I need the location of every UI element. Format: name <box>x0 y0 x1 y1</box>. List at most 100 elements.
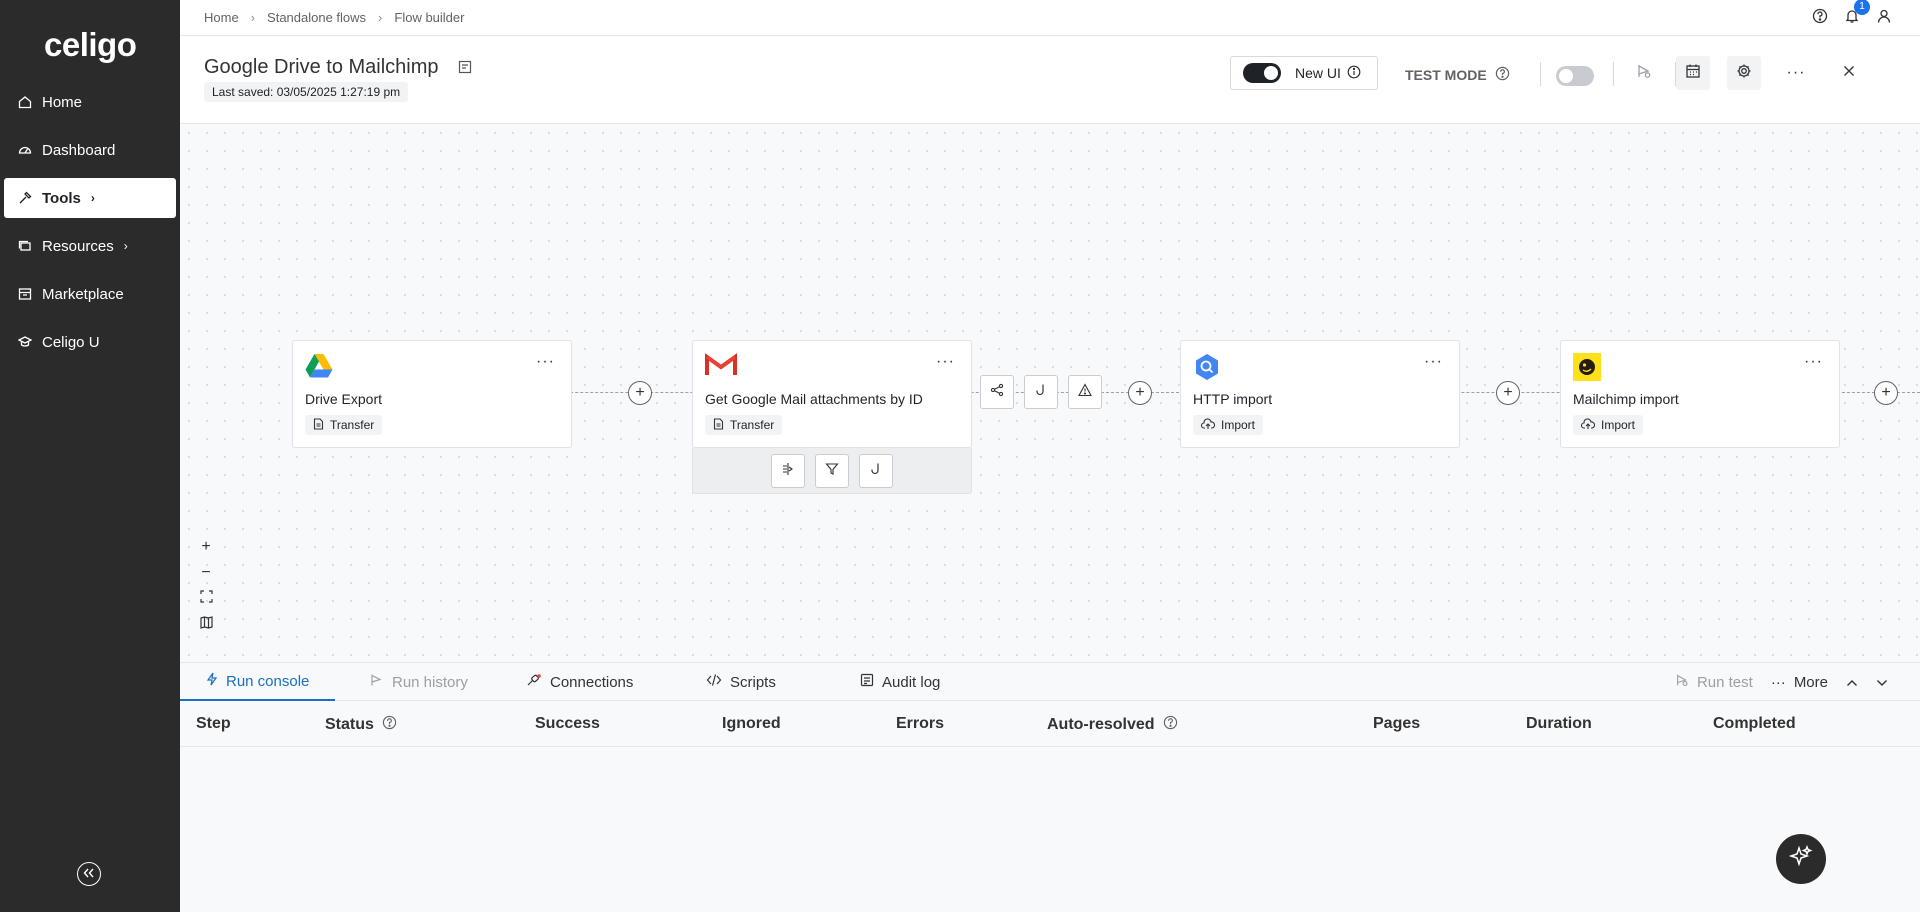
collapse-sidebar-button[interactable] <box>77 862 101 886</box>
add-step-button[interactable]: + <box>1128 381 1152 405</box>
test-mode-switch[interactable] <box>1556 66 1594 86</box>
tab-connections[interactable]: Connections <box>526 663 633 701</box>
close-button[interactable] <box>1832 56 1866 90</box>
marketplace-icon <box>16 285 34 303</box>
column-header-status: Status <box>325 715 397 735</box>
divider <box>1613 62 1614 86</box>
more-actions-button[interactable]: ··· <box>1779 56 1813 90</box>
breadcrumb: Home › Standalone flows › Flow builder <box>180 10 464 25</box>
sidebar-item-celigo-u[interactable]: Celigo U <box>4 322 176 362</box>
node-menu-button[interactable]: ··· <box>1424 353 1443 371</box>
new-ui-toggle[interactable]: New UI <box>1230 56 1378 90</box>
top-bar: Home › Standalone flows › Flow builder 1 <box>180 0 1920 36</box>
sidebar-item-label: Marketplace <box>42 285 124 303</box>
google-drive-logo <box>305 353 333 381</box>
node-type-badge: Import <box>1573 415 1644 435</box>
output-filter-button[interactable] <box>815 454 849 488</box>
add-step-button[interactable]: + <box>1874 381 1898 405</box>
hook-button[interactable] <box>859 454 893 488</box>
transform-icon <box>781 462 795 481</box>
flow-node-gmail-attachments[interactable]: ··· Get Google Mail attachments by ID Tr… <box>692 340 972 448</box>
help-icon[interactable] <box>1163 715 1178 735</box>
node-menu-button[interactable]: ··· <box>536 353 555 371</box>
more-button[interactable]: ··· More <box>1771 674 1828 691</box>
chevron-up-icon[interactable] <box>1846 674 1858 691</box>
filter-icon <box>825 462 839 481</box>
run-test-button[interactable]: Run test <box>1675 673 1753 691</box>
sidebar-item-label: Dashboard <box>42 141 116 159</box>
tab-label: Run history <box>392 673 468 691</box>
test-mode: TEST MODE <box>1405 66 1510 84</box>
branch-icon <box>990 383 1004 402</box>
help-icon[interactable] <box>1495 66 1510 84</box>
cloud-upload-icon <box>1200 417 1216 433</box>
flow-node-http-import[interactable]: ··· HTTP import Import <box>1180 340 1460 448</box>
notifications-button[interactable]: 1 <box>1844 0 1870 29</box>
dashboard-icon <box>16 141 34 159</box>
chevron-down-icon[interactable] <box>1876 674 1888 691</box>
settings-button[interactable] <box>1727 56 1761 90</box>
help-icon[interactable] <box>382 715 397 735</box>
help-icon[interactable] <box>1812 8 1828 29</box>
node-type-badge: Transfer <box>705 415 783 435</box>
page-title[interactable]: Google Drive to Mailchimp <box>204 56 439 79</box>
run-test-label: Run test <box>1696 673 1753 691</box>
node-menu-button[interactable]: ··· <box>936 353 955 371</box>
fit-view-button[interactable] <box>192 586 220 612</box>
user-icon[interactable] <box>1876 8 1892 29</box>
column-header-auto-resolved: Auto-resolved <box>1047 715 1178 735</box>
hook-button[interactable] <box>1024 375 1058 409</box>
sidebar-item-marketplace[interactable]: Marketplace <box>4 274 176 314</box>
notification-badge: 1 <box>1854 0 1870 15</box>
new-ui-switch[interactable] <box>1243 63 1281 83</box>
hook-icon <box>1034 383 1048 402</box>
run-icon <box>1675 673 1689 691</box>
gear-icon <box>1736 63 1752 84</box>
tools-icon <box>16 189 34 207</box>
flow-node-drive-export[interactable]: ··· Drive Export Transfer <box>292 340 572 448</box>
schedule-button[interactable] <box>1676 56 1710 90</box>
chevron-right-icon: › <box>90 191 95 205</box>
branching-button[interactable] <box>980 375 1014 409</box>
run-flow-button[interactable] <box>1627 56 1661 90</box>
column-header-success: Success <box>535 715 600 732</box>
plus-icon: + <box>1135 384 1145 401</box>
info-icon[interactable] <box>1347 65 1361 82</box>
sidebar-item-home[interactable]: Home <box>4 82 176 122</box>
audit-log-icon <box>860 673 874 691</box>
flow-node-mailchimp-import[interactable]: ··· Mailchimp import Import <box>1560 340 1840 448</box>
mapping-button[interactable] <box>1068 375 1102 409</box>
sidebar-item-tools[interactable]: Tools › <box>4 178 176 218</box>
add-step-button[interactable]: + <box>1496 381 1520 405</box>
run-console-panel: Run console Run history Connections Scri… <box>180 662 1920 912</box>
add-step-button[interactable]: + <box>628 381 652 405</box>
node-type-label: Transfer <box>330 418 375 432</box>
celigo-logo[interactable]: celigo <box>44 26 137 64</box>
more-label: More <box>1793 673 1828 691</box>
tab-audit-log[interactable]: Audit log <box>860 663 940 701</box>
node-menu-button[interactable]: ··· <box>1804 353 1823 371</box>
notes-icon[interactable] <box>458 60 472 79</box>
ellipsis-icon: ··· <box>1786 64 1806 81</box>
sidebar-nav: Home Dashboard Tools › Resources › Marke… <box>0 82 180 370</box>
node-hook-tray <box>692 448 972 494</box>
zoom-in-button[interactable]: + <box>192 534 220 560</box>
new-ui-label: New UI <box>1295 65 1341 81</box>
lightning-icon <box>206 672 218 690</box>
tab-label: Audit log <box>882 673 941 691</box>
column-label: Auto-resolved <box>1047 716 1155 733</box>
tab-run-history[interactable]: Run history <box>370 663 468 701</box>
tab-label: Scripts <box>730 673 776 691</box>
sidebar-item-resources[interactable]: Resources › <box>4 226 176 266</box>
tab-run-console[interactable]: Run console <box>180 663 336 701</box>
node-name: HTTP import <box>1193 391 1273 407</box>
sidebar-item-dashboard[interactable]: Dashboard <box>4 130 176 170</box>
input-filter-button[interactable] <box>771 454 805 488</box>
tab-scripts[interactable]: Scripts <box>706 663 776 701</box>
zoom-out-button[interactable]: − <box>192 560 220 586</box>
minimap-button[interactable] <box>192 612 220 638</box>
ai-assistant-button[interactable] <box>1776 834 1826 884</box>
breadcrumb-standalone-flows[interactable]: Standalone flows <box>267 10 366 25</box>
close-icon <box>1843 64 1855 82</box>
breadcrumb-home[interactable]: Home <box>204 10 239 25</box>
